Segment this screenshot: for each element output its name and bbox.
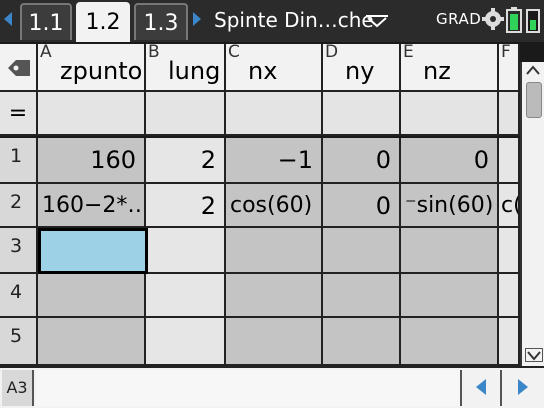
row-number[interactable]: 5 xyxy=(0,318,38,366)
cell-d3[interactable] xyxy=(323,228,401,274)
column-name: nx xyxy=(248,57,278,85)
cell-b4[interactable] xyxy=(146,274,226,318)
formula-row-label: = xyxy=(0,92,38,136)
row-number[interactable]: 2 xyxy=(0,184,38,228)
formula-cell-e[interactable] xyxy=(401,92,499,136)
cell-f5[interactable] xyxy=(499,318,520,366)
cell-d5[interactable] xyxy=(323,318,401,366)
cell-c5[interactable] xyxy=(226,318,323,366)
tab-1-2[interactable]: 1.2 xyxy=(76,2,130,42)
column-letter: E xyxy=(403,44,414,62)
selected-cell-a3[interactable] xyxy=(38,228,148,274)
angle-mode-indicator: GRAD xyxy=(436,10,482,28)
scroll-up-icon[interactable] xyxy=(525,64,541,76)
cell-reference: A3 xyxy=(2,370,34,406)
cell-f2[interactable]: c( xyxy=(499,184,520,228)
tag-icon xyxy=(8,60,30,76)
cell-b2[interactable]: 2 xyxy=(146,184,226,228)
previous-button[interactable] xyxy=(464,370,502,406)
entry-input[interactable] xyxy=(36,370,462,406)
chevron-down-icon[interactable] xyxy=(366,12,388,28)
column-header-e[interactable]: E nz xyxy=(401,44,499,92)
gear-icon xyxy=(482,8,504,30)
tab-1-1[interactable]: 1.1 xyxy=(20,3,72,40)
tab-scroll-left-icon[interactable] xyxy=(4,12,12,26)
spreadsheet: A zpunto B lung C nx D ny E nz F = 1 160… xyxy=(0,42,544,366)
formula-cell-b[interactable] xyxy=(146,92,226,136)
tab-1-3[interactable]: 1.3 xyxy=(134,3,188,40)
cell-e4[interactable] xyxy=(401,274,499,318)
column-header-a[interactable]: A zpunto xyxy=(38,44,146,92)
formula-cell-d[interactable] xyxy=(323,92,401,136)
cell-f1[interactable] xyxy=(499,138,520,184)
cell-c2[interactable]: cos(60) xyxy=(226,184,323,228)
cell-b5[interactable] xyxy=(146,318,226,366)
column-name: lung xyxy=(168,57,221,85)
column-letter: B xyxy=(148,44,160,62)
cell-e3[interactable] xyxy=(401,228,499,274)
next-button[interactable] xyxy=(504,370,542,406)
header-corner[interactable] xyxy=(0,44,38,92)
row-number[interactable]: 1 xyxy=(0,138,38,184)
cell-c4[interactable] xyxy=(226,274,323,318)
column-header-d[interactable]: D ny xyxy=(323,44,401,92)
column-header-f[interactable]: F xyxy=(499,44,520,92)
cell-e2[interactable]: ⁻sin(60) xyxy=(401,184,499,228)
top-bar: 1.1 1.2 1.3 Spinte Din…che GRAD xyxy=(0,0,544,42)
cell-e5[interactable] xyxy=(401,318,499,366)
cell-e1[interactable]: 0 xyxy=(401,138,499,184)
row-number[interactable]: 4 xyxy=(0,274,38,318)
cell-a5[interactable] xyxy=(38,318,146,366)
formula-cell-f[interactable] xyxy=(499,92,520,136)
column-name: ny xyxy=(345,57,375,85)
cell-d4[interactable] xyxy=(323,274,401,318)
cell-a1[interactable]: 160 xyxy=(38,138,146,184)
column-header-c[interactable]: C nx xyxy=(226,44,323,92)
cell-a2[interactable]: 160−2*… xyxy=(38,184,146,228)
cell-d2[interactable]: 0 xyxy=(323,184,401,228)
formula-cell-c[interactable] xyxy=(226,92,323,136)
scroll-thumb[interactable] xyxy=(526,82,542,118)
cell-c3[interactable] xyxy=(226,228,323,274)
arrow-left-icon xyxy=(476,379,486,395)
formula-cell-a[interactable] xyxy=(38,92,146,136)
tab-scroll-right-icon[interactable] xyxy=(193,12,201,26)
cell-b1[interactable]: 2 xyxy=(146,138,226,184)
column-header-b[interactable]: B lung xyxy=(146,44,226,92)
vertical-scrollbar[interactable] xyxy=(520,62,544,366)
row-number[interactable]: 3 xyxy=(0,228,38,274)
entry-bar: A3 xyxy=(0,366,544,408)
column-letter: D xyxy=(325,44,339,62)
calculator-screen: 1.1 1.2 1.3 Spinte Din…che GRAD A zpunto… xyxy=(0,0,544,408)
column-name: nz xyxy=(423,57,451,85)
scroll-down-icon[interactable] xyxy=(525,348,543,362)
column-name: zpunto xyxy=(60,57,143,85)
cell-a4[interactable] xyxy=(38,274,146,318)
cell-c1[interactable]: −1 xyxy=(226,138,323,184)
cell-d1[interactable]: 0 xyxy=(323,138,401,184)
document-title[interactable]: Spinte Din…che xyxy=(214,8,374,32)
battery-icon xyxy=(506,7,540,33)
column-letter: F xyxy=(501,44,511,62)
cell-f4[interactable] xyxy=(499,274,520,318)
column-letter: C xyxy=(228,44,240,62)
column-letter: A xyxy=(40,44,52,62)
cell-f3[interactable] xyxy=(499,228,520,274)
arrow-right-icon xyxy=(518,379,528,395)
cell-b3[interactable] xyxy=(146,228,226,274)
